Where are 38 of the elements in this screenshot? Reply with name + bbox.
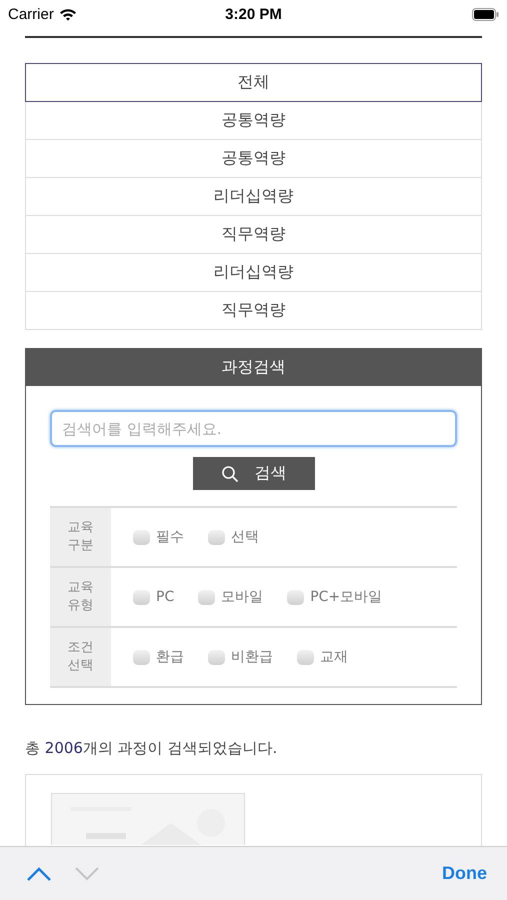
- category-item[interactable]: 공통역량: [25, 139, 482, 178]
- option-label: 선택: [231, 528, 259, 546]
- category-item[interactable]: 리더십역량: [25, 253, 482, 292]
- checkbox[interactable]: [208, 650, 225, 664]
- checkbox[interactable]: [133, 650, 150, 664]
- checkbox[interactable]: [297, 650, 314, 664]
- category-item[interactable]: 직무역량: [25, 215, 482, 254]
- panel-title: 과정검색: [26, 349, 481, 386]
- checkbox[interactable]: [133, 590, 150, 604]
- category-item[interactable]: 리더십역량: [25, 177, 482, 216]
- option-label: 모바일: [221, 588, 264, 606]
- result-summary: 총 2006개의 과정이 검색되었습니다.: [25, 739, 278, 758]
- filter-label: 교육 유형: [50, 568, 111, 626]
- filter-label: 조건 선택: [50, 628, 111, 686]
- battery-icon: [472, 8, 499, 20]
- category-item[interactable]: 전체: [25, 63, 482, 102]
- option-label: PC: [156, 589, 174, 605]
- clock-time: 3:20 PM: [225, 6, 282, 22]
- category-item[interactable]: 직무역량: [25, 291, 482, 330]
- checkbox[interactable]: [198, 590, 216, 604]
- option-label: PC+모바일: [310, 588, 382, 606]
- down-arrow-button[interactable]: [74, 866, 100, 882]
- checkbox[interactable]: [133, 530, 150, 544]
- search-field[interactable]: 검색어를 입력해주세요.: [50, 410, 457, 447]
- option-label: 교재: [320, 648, 348, 666]
- carrier-label: Carrier: [8, 6, 54, 22]
- checkbox[interactable]: [208, 530, 225, 544]
- search-icon: [220, 464, 238, 482]
- option-label: 필수: [156, 528, 184, 546]
- option-label: 환급: [156, 648, 184, 666]
- category-item[interactable]: 공통역량: [25, 101, 482, 140]
- filter-label: 교육 구분: [50, 508, 111, 566]
- checkbox[interactable]: [287, 590, 304, 604]
- option-label: 비환급: [231, 648, 273, 666]
- done-button[interactable]: Done: [442, 863, 487, 884]
- up-arrow-button[interactable]: [26, 866, 52, 882]
- wifi-icon: [58, 8, 77, 20]
- search-button[interactable]: 검색: [192, 457, 314, 490]
